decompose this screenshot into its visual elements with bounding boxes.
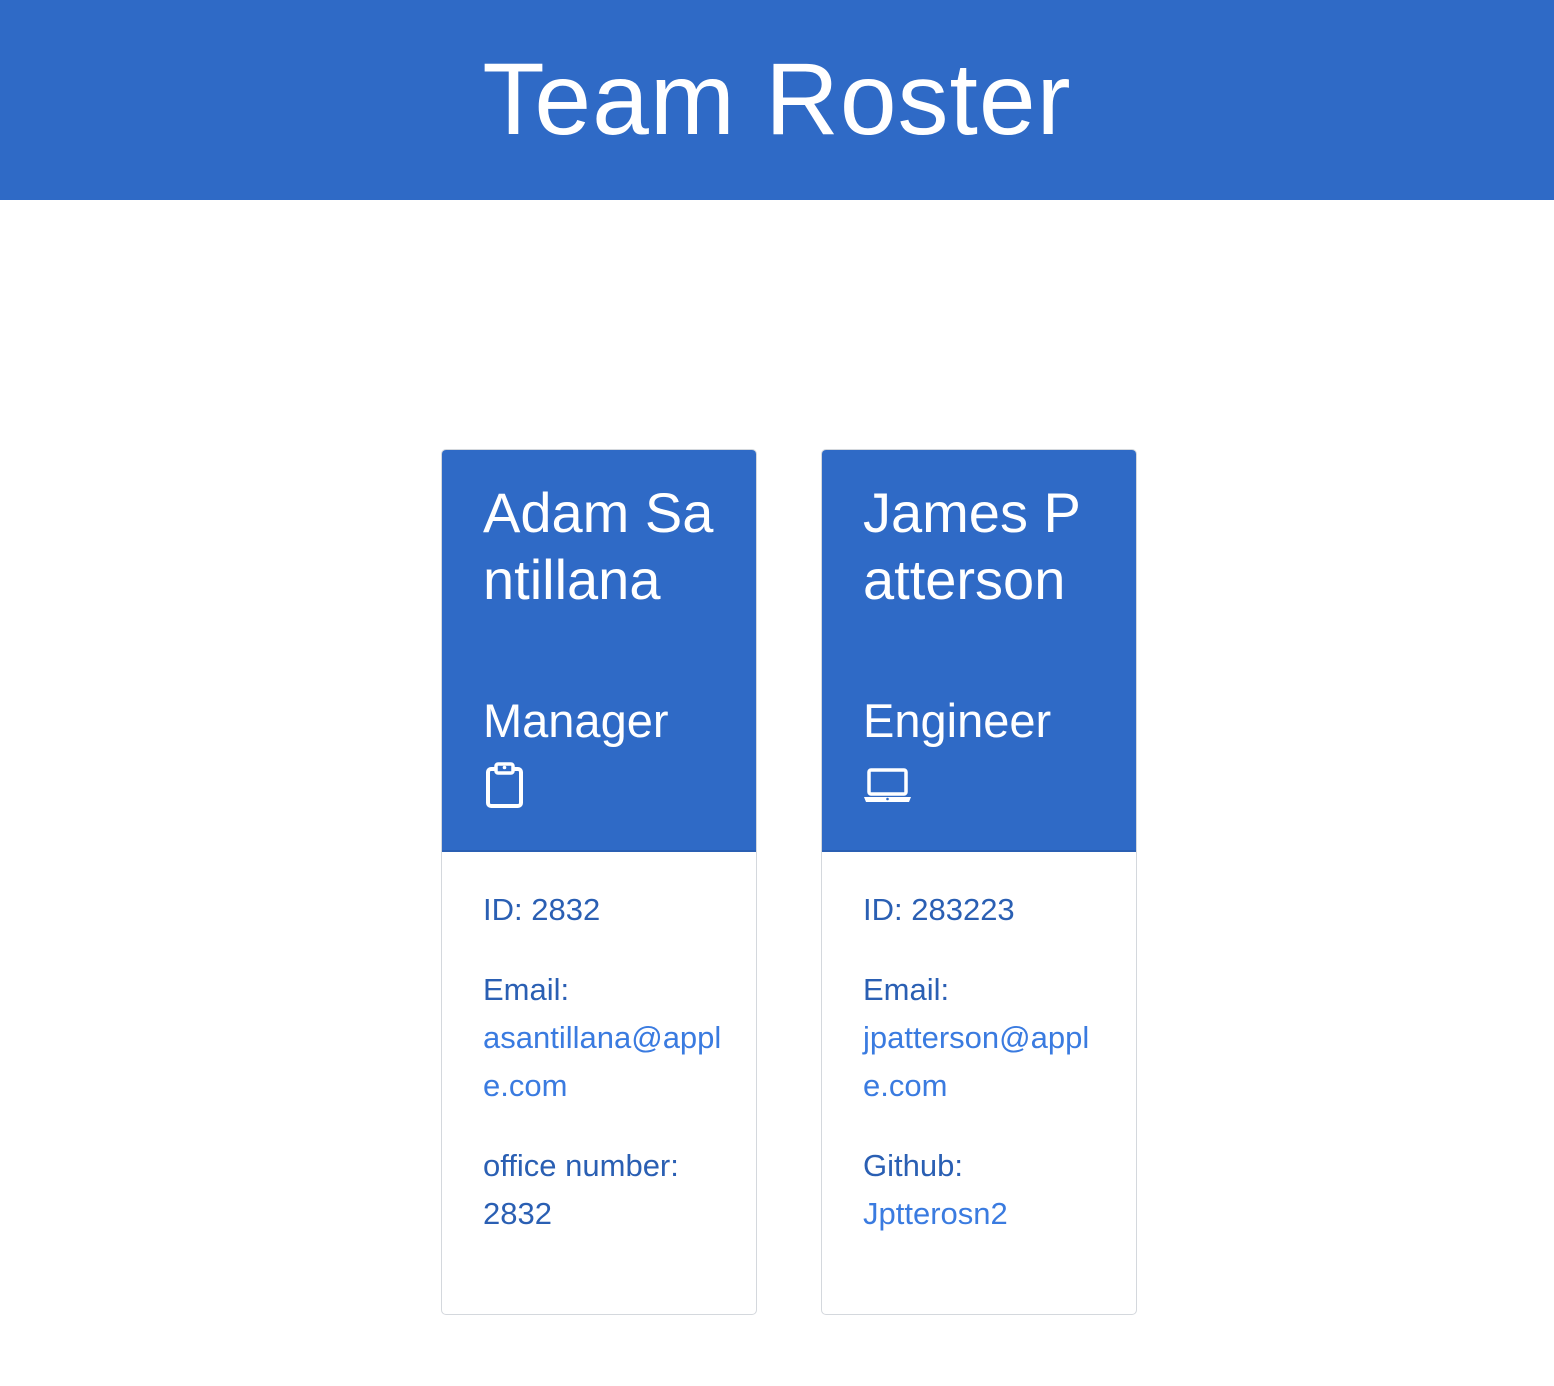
office-number-row: office number: 2832 [483, 1142, 723, 1238]
github-row: Github: Jptterosn2 [863, 1142, 1103, 1238]
employee-id: ID: 2832 [483, 892, 601, 927]
employee-card-engineer: James Patterson Engineer ID: 283223 Emai… [821, 449, 1137, 1315]
page-title: Team Roster [482, 42, 1072, 156]
card-header: James Patterson Engineer [822, 450, 1136, 852]
email-label: Email: [863, 972, 950, 1007]
office-number-value: 2832 [483, 1196, 552, 1231]
page-header: Team Roster [0, 0, 1554, 200]
employee-name: James Patterson [863, 481, 1081, 611]
employee-role: Manager [483, 694, 669, 747]
email-row: Email: jpatterson@apple.com [863, 966, 1103, 1110]
employee-card-manager: Adam Santillana Manager ID: 2832 Email: … [441, 449, 757, 1315]
card-header: Adam Santillana Manager [442, 450, 756, 852]
employee-role: Engineer [863, 694, 1052, 747]
github-label: Github: [863, 1148, 963, 1183]
email-label: Email: [483, 972, 570, 1007]
github-link[interactable]: Jptterosn2 [863, 1196, 1008, 1231]
employee-name: Adam Santillana [483, 481, 714, 611]
laptop-icon [864, 768, 911, 802]
clipboard-icon [486, 762, 523, 808]
email-link[interactable]: jpatterson@apple.com [863, 1020, 1089, 1103]
office-number-label: office number: [483, 1148, 679, 1183]
employee-id: ID: 283223 [863, 892, 1015, 927]
card-details: ID: 283223 Email: jpatterson@apple.com G… [863, 886, 1103, 1270]
email-row: Email: asantillana@apple.com [483, 966, 723, 1110]
card-details: ID: 2832 Email: asantillana@apple.com of… [483, 886, 723, 1270]
email-link[interactable]: asantillana@apple.com [483, 1020, 721, 1103]
